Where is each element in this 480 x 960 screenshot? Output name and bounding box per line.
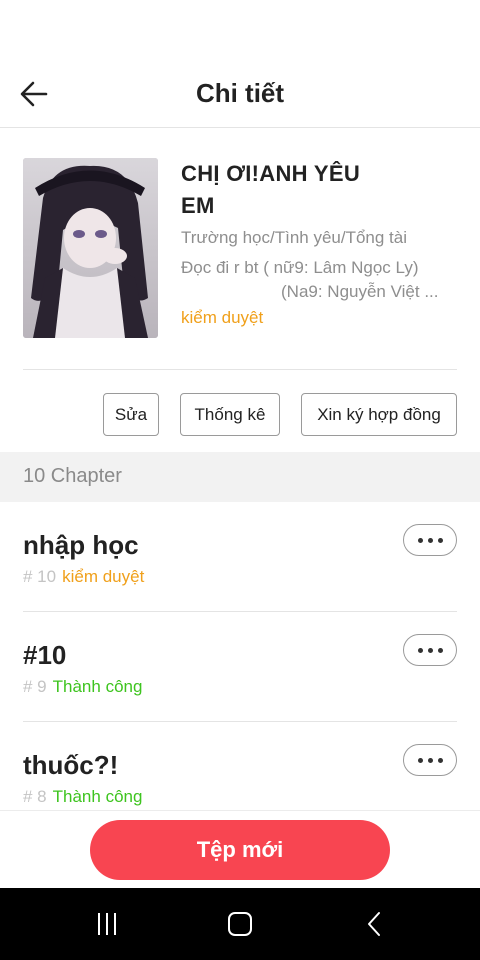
recent-apps-icon [98, 913, 116, 935]
chapter-title: #10 [23, 640, 67, 670]
chapter-more-button[interactable] [403, 744, 457, 776]
home-icon [228, 912, 252, 936]
back-chevron-icon [368, 912, 380, 936]
chapter-count-band: 10 Chapter [0, 452, 480, 502]
chapter-status: kiểm duyệt [62, 567, 145, 586]
statistics-button[interactable]: Thống kê [180, 393, 280, 436]
request-contract-button[interactable]: Xin ký hợp đồng [301, 393, 457, 436]
chapter-title: nhập học [23, 530, 139, 560]
home-button[interactable] [210, 904, 270, 944]
divider [23, 369, 457, 370]
story-actions: Sửa Thống kê Xin ký hợp đồng [0, 393, 480, 437]
chapter-meta: # 9 Thành công [23, 677, 142, 697]
chapter-number: # 10 [23, 567, 57, 586]
top-app-bar: Chi tiết [0, 56, 480, 128]
chapter-meta: # 8 Thành công [23, 787, 142, 807]
more-horizontal-icon [417, 537, 443, 543]
new-file-button[interactable]: Tệp mới [90, 820, 390, 880]
chapter-meta: # 10 kiểm duyệt [23, 567, 144, 587]
system-navigation-bar [0, 888, 480, 960]
more-horizontal-icon [417, 757, 443, 763]
chapter-number: # 9 [23, 677, 47, 696]
chapter-more-button[interactable] [403, 634, 457, 666]
story-summary: CHỊ ƠI!ANH YÊU EM Trường học/Tình yêu/Tổ… [23, 158, 457, 340]
page-title: Chi tiết [195, 78, 285, 108]
story-description-line2: (Na9: Nguyễn Việt ... [281, 282, 439, 301]
story-description-line1: Đọc đi r bt ( nữ9: Lâm Ngọc Ly) [181, 258, 419, 277]
chapter-count: 10 Chapter [23, 465, 122, 487]
chapter-number: # 8 [23, 787, 47, 806]
story-genres: Trường học/Tình yêu/Tổng tài [181, 228, 408, 247]
edit-button[interactable]: Sửa [103, 393, 159, 436]
story-status: kiểm duyệt [181, 308, 264, 327]
chapter-item[interactable]: nhập học # 10 kiểm duyệt [23, 502, 457, 612]
more-horizontal-icon [417, 647, 443, 653]
chapter-status: Thành công [52, 787, 143, 806]
bottom-action-bar: Tệp mới [0, 810, 480, 888]
story-info: CHỊ ƠI!ANH YÊU EM Trường học/Tình yêu/Tổ… [181, 158, 457, 328]
chapter-more-button[interactable] [403, 524, 457, 556]
story-cover-image[interactable] [23, 158, 158, 338]
chapter-title: thuốc?! [23, 750, 119, 780]
chapter-item[interactable]: #10 # 9 Thành công [23, 612, 457, 722]
story-title: CHỊ ƠI!ANH YÊU EM [181, 161, 361, 218]
system-back-button[interactable] [344, 904, 404, 944]
chapter-status: Thành công [52, 677, 143, 696]
recent-apps-button[interactable] [77, 904, 137, 944]
